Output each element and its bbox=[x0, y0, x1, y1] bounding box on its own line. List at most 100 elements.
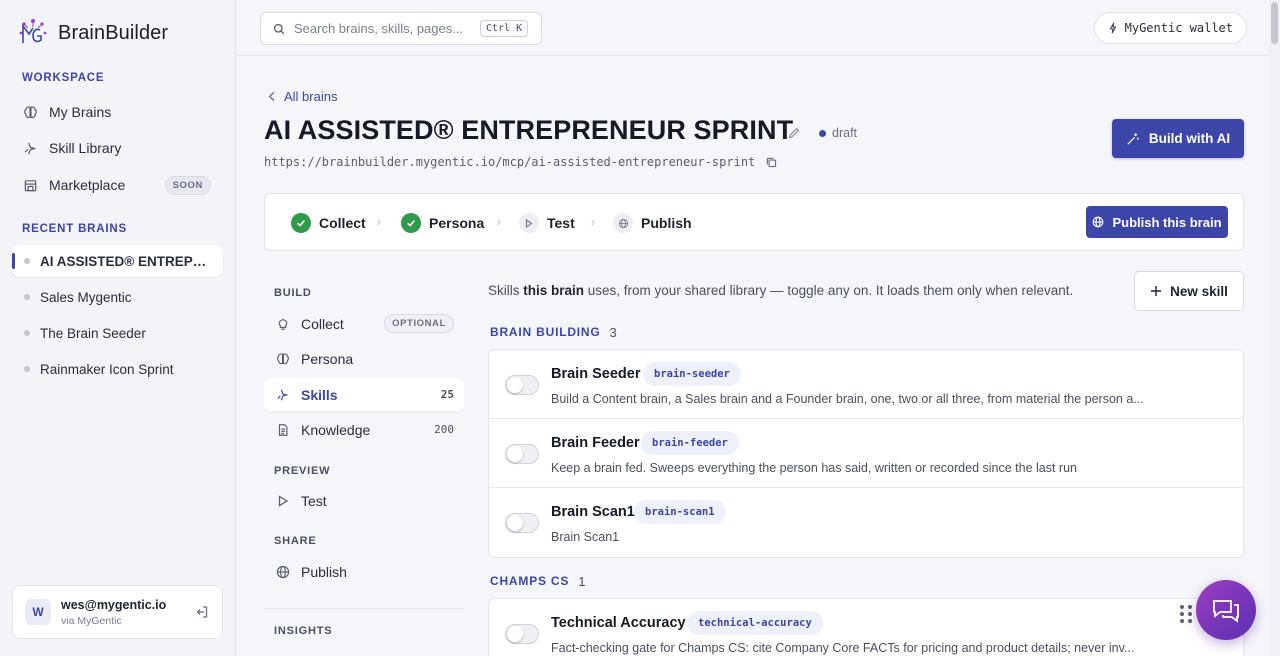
step-collect[interactable]: Collect bbox=[291, 213, 366, 233]
nav-item-publish[interactable]: Publish bbox=[264, 555, 464, 588]
new-skill-label: New skill bbox=[1170, 283, 1228, 299]
pencil-icon[interactable] bbox=[787, 126, 801, 140]
bulb-icon bbox=[275, 316, 291, 332]
nav-item-collect[interactable]: Collect OPTIONAL bbox=[264, 307, 464, 340]
skill-row: Brain Seeder brain-seeder Build a Conten… bbox=[489, 350, 1243, 419]
recent-brain-label: Rainmaker Icon Sprint bbox=[40, 361, 174, 377]
sidebar-item-skill-library[interactable]: Skill Library bbox=[12, 132, 223, 164]
brain-url: https://brainbuilder.mygentic.io/mcp/ai-… bbox=[264, 155, 778, 169]
scrollbar-thumb[interactable] bbox=[1271, 2, 1278, 44]
step-label: Publish bbox=[641, 215, 692, 231]
skill-toggle[interactable] bbox=[505, 444, 539, 464]
skill-group-count: 1 bbox=[578, 574, 586, 589]
search-box[interactable]: Ctrl K bbox=[260, 12, 542, 45]
skill-row: Brain Scan1 brain-scan1 Brain Scan1 bbox=[489, 488, 1243, 557]
chat-icon bbox=[1213, 600, 1239, 623]
status-dot-icon bbox=[819, 129, 826, 137]
step-publish[interactable]: Publish bbox=[613, 213, 692, 233]
brain-dot-icon bbox=[24, 330, 30, 336]
step-persona[interactable]: Persona bbox=[401, 213, 484, 233]
brand-name: BrainBuilder bbox=[58, 21, 169, 44]
chevron-right-icon: › bbox=[591, 215, 595, 229]
recent-brains-section-label: RECENT BRAINS bbox=[22, 223, 127, 235]
nav-item-label: Publish bbox=[301, 563, 347, 580]
main-content: All brains AI ASSISTED® ENTREPRENEUR SPR… bbox=[237, 57, 1269, 656]
page-scrollbar[interactable] bbox=[1269, 0, 1280, 656]
skill-tag: brain-seeder bbox=[643, 362, 741, 386]
skill-group-card: Brain Seeder brain-seeder Build a Conten… bbox=[488, 349, 1244, 558]
sidebar-item-label: Skill Library bbox=[49, 140, 122, 156]
step-test[interactable]: Test bbox=[519, 213, 575, 233]
shortcut-hint: Ctrl K bbox=[480, 20, 529, 37]
skill-description: Brain Scan1 bbox=[551, 530, 620, 544]
build-with-ai-button[interactable]: Build with AI bbox=[1112, 119, 1244, 158]
skill-icon bbox=[275, 387, 291, 403]
build-with-ai-label: Build with AI bbox=[1148, 131, 1231, 146]
skill-description: Keep a brain fed. Sweeps everything the … bbox=[551, 461, 1077, 475]
nav-divider bbox=[264, 608, 464, 609]
recent-brain-item[interactable]: AI ASSISTED® ENTREPRENEUR SPRINT bbox=[12, 245, 223, 277]
brain-url-text: https://brainbuilder.mygentic.io/mcp/ai-… bbox=[264, 155, 756, 169]
skill-tag: brain-scan1 bbox=[634, 500, 726, 524]
back-to-brains-link[interactable]: All brains bbox=[268, 89, 337, 104]
nav-item-knowledge[interactable]: Knowledge 200 bbox=[264, 413, 464, 446]
nav-item-label: Collect bbox=[301, 315, 344, 332]
skill-group-header: BRAIN BUILDING 3 bbox=[490, 325, 617, 340]
progress-steps: Collect › Persona › Test › Publish Publi… bbox=[264, 193, 1244, 251]
step-label: Collect bbox=[319, 215, 366, 231]
sidebar: BrainBuilder WORKSPACE My Brains Skill L… bbox=[0, 0, 236, 656]
copy-icon[interactable] bbox=[765, 156, 778, 169]
new-skill-button[interactable]: New skill bbox=[1134, 271, 1244, 311]
globe-icon bbox=[1093, 216, 1104, 228]
skill-group-count: 3 bbox=[609, 325, 617, 340]
avatar: W bbox=[25, 599, 51, 625]
sidebar-item-label: Marketplace bbox=[49, 177, 126, 193]
recent-brain-item[interactable]: Rainmaker Icon Sprint bbox=[12, 353, 223, 385]
brain-dot-icon bbox=[24, 258, 30, 264]
user-provider: via MyGentic bbox=[61, 614, 122, 627]
nav-item-skills[interactable]: Skills 25 bbox=[264, 378, 464, 411]
globe-icon bbox=[275, 564, 291, 580]
skills-description-emphasis: this brain bbox=[523, 283, 585, 298]
sidebar-item-marketplace[interactable]: Marketplace SOON bbox=[12, 169, 223, 201]
skill-toggle[interactable] bbox=[505, 375, 539, 395]
publish-brain-label: Publish this brain bbox=[1112, 214, 1222, 230]
nav-item-persona[interactable]: Persona bbox=[264, 342, 464, 375]
skill-toggle[interactable] bbox=[505, 624, 539, 644]
build-section-label: BUILD bbox=[274, 287, 312, 299]
drag-handle-icon[interactable] bbox=[1178, 603, 1194, 625]
brand-logo-icon bbox=[19, 19, 47, 43]
skill-group-name: CHAMPS CS bbox=[490, 574, 570, 588]
store-icon bbox=[22, 177, 38, 193]
step-label: Persona bbox=[429, 215, 485, 231]
recent-brain-item[interactable]: The Brain Seeder bbox=[12, 317, 223, 349]
recent-brain-label: The Brain Seeder bbox=[40, 325, 146, 341]
skill-row: Brain Feeder brain-feeder Keep a brain f… bbox=[489, 419, 1243, 488]
step-label: Test bbox=[547, 215, 575, 231]
search-input[interactable] bbox=[294, 21, 480, 36]
brain-icon bbox=[22, 104, 38, 120]
user-card: W wes@mygentic.io via MyGentic bbox=[12, 585, 223, 639]
status-badge: draft bbox=[819, 126, 857, 140]
sidebar-item-my-brains[interactable]: My Brains bbox=[12, 96, 223, 128]
brain-dot-icon bbox=[24, 366, 30, 372]
chat-launcher-button[interactable] bbox=[1196, 580, 1256, 640]
brand[interactable]: BrainBuilder bbox=[18, 18, 168, 48]
insights-section-label: INSIGHTS bbox=[274, 625, 333, 637]
skill-toggle[interactable] bbox=[505, 513, 539, 533]
nav-item-label: Test bbox=[301, 492, 327, 509]
skills-count: 25 bbox=[440, 388, 454, 401]
share-section-label: SHARE bbox=[274, 535, 317, 547]
nav-item-test[interactable]: Test bbox=[264, 484, 464, 517]
nav-item-label: Persona bbox=[301, 350, 354, 367]
recent-brain-item[interactable]: Sales Mygentic bbox=[12, 281, 223, 313]
skill-name: Brain Feeder bbox=[551, 435, 640, 451]
nav-item-label: Skills bbox=[301, 386, 338, 403]
skill-description: Fact-checking gate for Champs CS: cite C… bbox=[551, 641, 1135, 655]
publish-brain-button[interactable]: Publish this brain bbox=[1086, 206, 1228, 238]
logout-icon[interactable] bbox=[194, 604, 210, 620]
wallet-button[interactable]: MyGentic wallet bbox=[1093, 12, 1247, 44]
magic-wand-icon bbox=[1127, 132, 1139, 145]
skill-group-header: CHAMPS CS 1 bbox=[490, 574, 585, 589]
globe-icon bbox=[613, 213, 633, 233]
